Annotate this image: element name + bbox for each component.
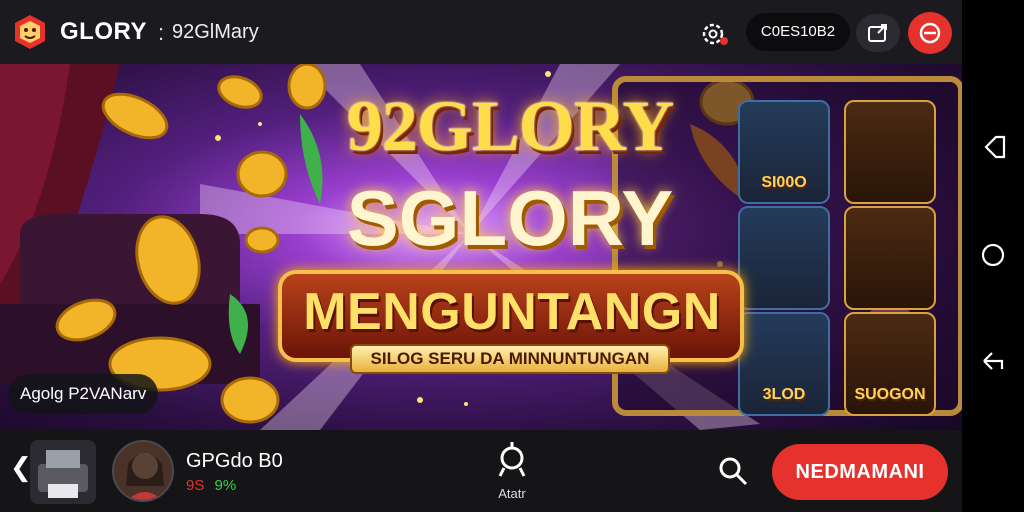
printer-icon — [38, 450, 88, 498]
player-name: GPGdo B0 — [186, 450, 283, 472]
avatar[interactable] — [112, 440, 174, 502]
action-label: Atatr — [498, 486, 526, 501]
stat-green: 9% — [214, 477, 237, 494]
slot-cell-2[interactable] — [844, 100, 936, 204]
stat-red: 9S — [186, 477, 205, 494]
banner-title-line3: MENGUNTANGN — [303, 283, 721, 341]
slot-label-6: SUOGON — [854, 386, 926, 403]
slot-cell-3[interactable] — [738, 206, 830, 310]
game-thumbnail[interactable] — [30, 440, 96, 504]
slot-label-5: 3LOD — [762, 386, 806, 403]
system-navigation-bar — [962, 0, 1024, 512]
top-app-bar: GLORY : 92GlMary C0ES10B2 — [0, 0, 962, 64]
banner-tagline: SILOG SERU DA MINNUNTUNGAN — [370, 349, 650, 368]
slot-cell-6[interactable]: SUOGON — [844, 312, 936, 416]
search-icon[interactable] — [716, 454, 750, 488]
player-stats: 9S 9% — [186, 477, 236, 494]
android-recent-icon[interactable] — [978, 346, 1008, 376]
action-button[interactable]: Atatr — [484, 440, 540, 504]
slot-label-1: SI00O — [761, 174, 807, 191]
menu-button[interactable] — [908, 12, 952, 54]
slot-cell-5[interactable]: 3LOD — [738, 312, 830, 416]
target-icon — [498, 442, 526, 477]
gear-icon[interactable] — [698, 18, 730, 50]
brand-name: GLORY — [60, 18, 147, 45]
hero-banner[interactable]: SI00O 3LOD SUOGON 92GLORY SGLORY MENGUNT… — [0, 64, 962, 430]
android-home-icon[interactable] — [978, 240, 1008, 270]
bottom-bar: ❮ GPGdo B0 9S 9% Atatr NEDMAMANI — [0, 430, 962, 512]
slot-cell-4[interactable] — [844, 206, 936, 310]
avatar-portrait — [114, 442, 172, 500]
menu-icon — [919, 22, 941, 44]
slot-cell-1[interactable]: SI00O — [738, 100, 830, 204]
android-back-icon[interactable] — [978, 132, 1008, 162]
banner-title-line1: 92GLORY — [346, 86, 675, 166]
share-button[interactable] — [856, 14, 900, 52]
promo-badge[interactable]: Agolg P2VANarv — [8, 374, 159, 414]
balance-pill[interactable]: C0ES10B2 — [746, 13, 850, 51]
cta-button[interactable]: NEDMAMANI — [772, 444, 948, 500]
chevron-left-icon[interactable]: ❮ — [10, 452, 32, 483]
share-icon — [868, 24, 887, 42]
banner-title-line2: SGLORY — [346, 174, 674, 262]
brand-subtitle: 92GlMary — [172, 21, 259, 43]
brand-separator: : — [158, 20, 165, 45]
lion-logo-icon[interactable] — [12, 14, 48, 50]
